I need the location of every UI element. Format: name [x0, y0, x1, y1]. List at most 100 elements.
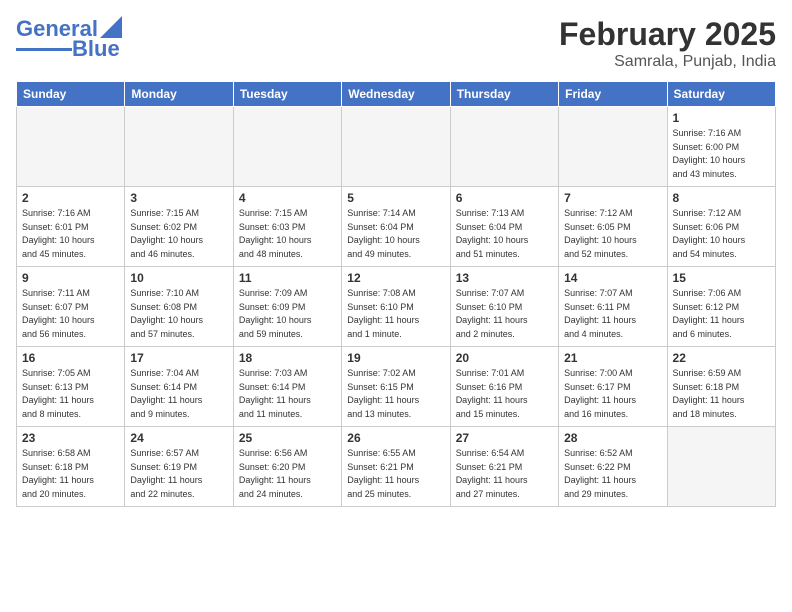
- day-number: 25: [239, 431, 336, 445]
- day-info: Sunrise: 6:58 AM Sunset: 6:18 PM Dayligh…: [22, 447, 119, 501]
- calendar-cell: 5 Sunrise: 7:14 AM Sunset: 6:04 PM Daylig…: [342, 187, 450, 267]
- week-row-4: 23 Sunrise: 6:58 AM Sunset: 6:18 PM Dayli…: [17, 427, 776, 507]
- day-info: Sunrise: 7:07 AM Sunset: 6:10 PM Dayligh…: [456, 287, 553, 341]
- day-info: Sunrise: 7:16 AM Sunset: 6:01 PM Dayligh…: [22, 207, 119, 261]
- day-number: 10: [130, 271, 227, 285]
- calendar-cell: [17, 107, 125, 187]
- weekday-header-wednesday: Wednesday: [342, 82, 450, 107]
- day-info: Sunrise: 7:16 AM Sunset: 6:00 PM Dayligh…: [673, 127, 770, 181]
- calendar-cell: 4Sunrise: 7:15 AM Sunset: 6:03 PM Daylig…: [233, 187, 341, 267]
- calendar-cell: 28 Sunrise: 6:52 AM Sunset: 6:22 PM Dayli…: [559, 427, 667, 507]
- weekday-header-row: SundayMondayTuesdayWednesdayThursdayFrid…: [17, 82, 776, 107]
- day-number: 3: [130, 191, 227, 205]
- day-info: Sunrise: 7:10 AM Sunset: 6:08 PM Dayligh…: [130, 287, 227, 341]
- day-number: 7: [564, 191, 661, 205]
- title-block: February 2025 Samrala, Punjab, India: [559, 16, 776, 71]
- day-number: 5: [347, 191, 444, 205]
- day-info: Sunrise: 7:12 AM Sunset: 6:05 PM Dayligh…: [564, 207, 661, 261]
- day-number: 23: [22, 431, 119, 445]
- day-info: Sunrise: 7:14 AM Sunset: 6:04 PM Dayligh…: [347, 207, 444, 261]
- calendar-cell: [450, 107, 558, 187]
- logo-underline: [16, 48, 72, 51]
- day-info: Sunrise: 7:13 AM Sunset: 6:04 PM Dayligh…: [456, 207, 553, 261]
- day-info: Sunrise: 7:12 AM Sunset: 6:06 PM Dayligh…: [673, 207, 770, 261]
- day-number: 4: [239, 191, 336, 205]
- day-number: 22: [673, 351, 770, 365]
- page-header: General Blue February 2025 Samrala, Punj…: [16, 16, 776, 71]
- day-info: Sunrise: 6:56 AM Sunset: 6:20 PM Dayligh…: [239, 447, 336, 501]
- day-number: 6: [456, 191, 553, 205]
- day-number: 13: [456, 271, 553, 285]
- day-info: Sunrise: 6:52 AM Sunset: 6:22 PM Dayligh…: [564, 447, 661, 501]
- calendar-subtitle: Samrala, Punjab, India: [559, 53, 776, 71]
- calendar-cell: [667, 427, 775, 507]
- calendar-cell: 24 Sunrise: 6:57 AM Sunset: 6:19 PM Dayli…: [125, 427, 233, 507]
- day-number: 24: [130, 431, 227, 445]
- day-number: 16: [22, 351, 119, 365]
- weekday-header-tuesday: Tuesday: [233, 82, 341, 107]
- day-info: Sunrise: 6:59 AM Sunset: 6:18 PM Dayligh…: [673, 367, 770, 421]
- day-number: 1: [673, 111, 770, 125]
- day-info: Sunrise: 7:09 AM Sunset: 6:09 PM Dayligh…: [239, 287, 336, 341]
- calendar-cell: 27Sunrise: 6:54 AM Sunset: 6:21 PM Dayli…: [450, 427, 558, 507]
- day-info: Sunrise: 7:08 AM Sunset: 6:10 PM Dayligh…: [347, 287, 444, 341]
- day-number: 19: [347, 351, 444, 365]
- calendar-cell: [125, 107, 233, 187]
- calendar-cell: [342, 107, 450, 187]
- logo: General Blue: [16, 16, 122, 62]
- day-number: 26: [347, 431, 444, 445]
- calendar-title: February 2025: [559, 16, 776, 53]
- calendar-cell: [233, 107, 341, 187]
- calendar-cell: 13 Sunrise: 7:07 AM Sunset: 6:10 PM Dayli…: [450, 267, 558, 347]
- week-row-2: 9 Sunrise: 7:11 AM Sunset: 6:07 PM Daylig…: [17, 267, 776, 347]
- day-info: Sunrise: 7:15 AM Sunset: 6:02 PM Dayligh…: [130, 207, 227, 261]
- calendar-cell: 10 Sunrise: 7:10 AM Sunset: 6:08 PM Dayli…: [125, 267, 233, 347]
- calendar-cell: 25 Sunrise: 6:56 AM Sunset: 6:20 PM Dayli…: [233, 427, 341, 507]
- calendar-cell: 19Sunrise: 7:02 AM Sunset: 6:15 PM Dayli…: [342, 347, 450, 427]
- day-number: 28: [564, 431, 661, 445]
- calendar-cell: 23 Sunrise: 6:58 AM Sunset: 6:18 PM Dayli…: [17, 427, 125, 507]
- calendar-cell: 18Sunrise: 7:03 AM Sunset: 6:14 PM Dayli…: [233, 347, 341, 427]
- day-number: 21: [564, 351, 661, 365]
- weekday-header-thursday: Thursday: [450, 82, 558, 107]
- day-info: Sunrise: 7:00 AM Sunset: 6:17 PM Dayligh…: [564, 367, 661, 421]
- calendar-cell: 6 Sunrise: 7:13 AM Sunset: 6:04 PM Daylig…: [450, 187, 558, 267]
- day-number: 15: [673, 271, 770, 285]
- weekday-header-sunday: Sunday: [17, 82, 125, 107]
- day-number: 12: [347, 271, 444, 285]
- calendar-cell: 8 Sunrise: 7:12 AM Sunset: 6:06 PM Daylig…: [667, 187, 775, 267]
- day-number: 9: [22, 271, 119, 285]
- calendar-cell: 21 Sunrise: 7:00 AM Sunset: 6:17 PM Dayli…: [559, 347, 667, 427]
- weekday-header-saturday: Saturday: [667, 82, 775, 107]
- calendar-cell: 12 Sunrise: 7:08 AM Sunset: 6:10 PM Dayli…: [342, 267, 450, 347]
- day-number: 14: [564, 271, 661, 285]
- calendar-cell: 17 Sunrise: 7:04 AM Sunset: 6:14 PM Dayli…: [125, 347, 233, 427]
- calendar-cell: 1 Sunrise: 7:16 AM Sunset: 6:00 PM Daylig…: [667, 107, 775, 187]
- day-number: 11: [239, 271, 336, 285]
- calendar-cell: 11 Sunrise: 7:09 AM Sunset: 6:09 PM Dayli…: [233, 267, 341, 347]
- week-row-3: 16 Sunrise: 7:05 AM Sunset: 6:13 PM Dayli…: [17, 347, 776, 427]
- logo-arrow-icon: [100, 16, 122, 38]
- day-number: 27: [456, 431, 553, 445]
- day-number: 20: [456, 351, 553, 365]
- day-info: Sunrise: 7:04 AM Sunset: 6:14 PM Dayligh…: [130, 367, 227, 421]
- calendar-cell: 22 Sunrise: 6:59 AM Sunset: 6:18 PM Dayli…: [667, 347, 775, 427]
- weekday-header-monday: Monday: [125, 82, 233, 107]
- calendar-cell: 26 Sunrise: 6:55 AM Sunset: 6:21 PM Dayli…: [342, 427, 450, 507]
- day-info: Sunrise: 7:05 AM Sunset: 6:13 PM Dayligh…: [22, 367, 119, 421]
- day-number: 2: [22, 191, 119, 205]
- calendar-cell: 15 Sunrise: 7:06 AM Sunset: 6:12 PM Dayli…: [667, 267, 775, 347]
- calendar-cell: 14Sunrise: 7:07 AM Sunset: 6:11 PM Dayli…: [559, 267, 667, 347]
- calendar-cell: 20Sunrise: 7:01 AM Sunset: 6:16 PM Dayli…: [450, 347, 558, 427]
- day-number: 8: [673, 191, 770, 205]
- day-info: Sunrise: 7:03 AM Sunset: 6:14 PM Dayligh…: [239, 367, 336, 421]
- weekday-header-friday: Friday: [559, 82, 667, 107]
- logo-blue-text: Blue: [72, 36, 120, 62]
- day-info: Sunrise: 7:11 AM Sunset: 6:07 PM Dayligh…: [22, 287, 119, 341]
- day-info: Sunrise: 6:55 AM Sunset: 6:21 PM Dayligh…: [347, 447, 444, 501]
- day-info: Sunrise: 7:06 AM Sunset: 6:12 PM Dayligh…: [673, 287, 770, 341]
- week-row-1: 2 Sunrise: 7:16 AM Sunset: 6:01 PM Daylig…: [17, 187, 776, 267]
- day-number: 17: [130, 351, 227, 365]
- day-info: Sunrise: 6:57 AM Sunset: 6:19 PM Dayligh…: [130, 447, 227, 501]
- week-row-0: 1 Sunrise: 7:16 AM Sunset: 6:00 PM Daylig…: [17, 107, 776, 187]
